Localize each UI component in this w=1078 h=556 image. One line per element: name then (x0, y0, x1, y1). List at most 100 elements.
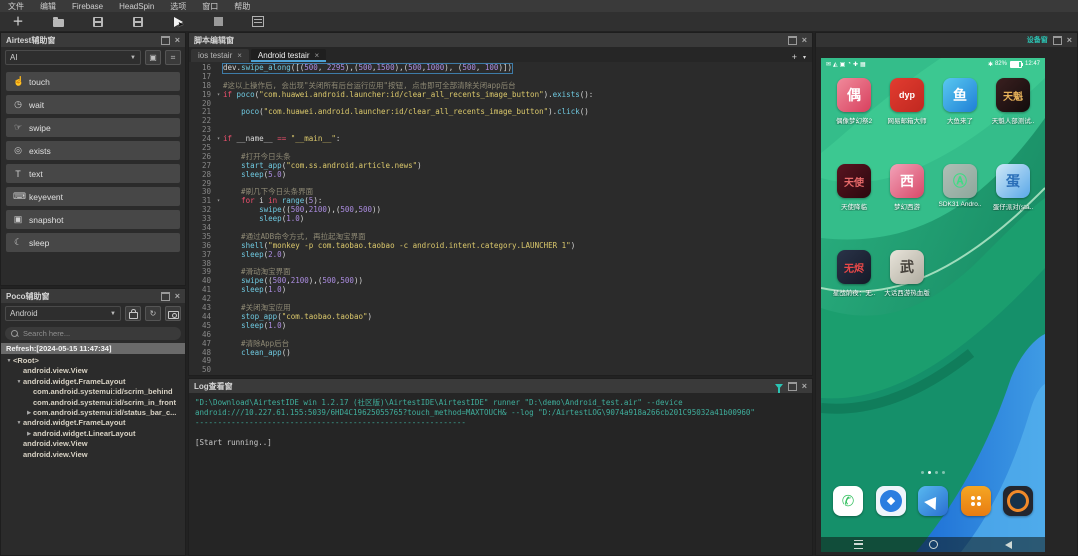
close-icon[interactable]: × (175, 37, 180, 43)
wait-button[interactable]: ◷wait (6, 95, 180, 114)
code-line[interactable]: 28 sleep(5.0) (189, 171, 812, 180)
float-window-icon[interactable] (1053, 36, 1062, 45)
code-line[interactable]: 45 sleep(1.0) (189, 322, 812, 331)
new-file-button[interactable]: ＋ (12, 16, 24, 28)
tree-node[interactable]: ▼android.widget.FrameLayout (3, 377, 185, 387)
open-file-button[interactable] (52, 16, 64, 28)
app-icon[interactable]: 天使 (837, 164, 871, 198)
poco-mode-dropdown[interactable]: Android ▼ (5, 306, 121, 321)
tab-close-icon[interactable]: × (315, 51, 320, 60)
code-line[interactable]: 48 clean_app() (189, 349, 812, 358)
tools-app-icon[interactable] (961, 486, 991, 516)
text-button[interactable]: Ttext (6, 164, 180, 183)
tree-expand-icon[interactable]: ▼ (15, 418, 23, 428)
code-line[interactable]: 41 sleep(1.0) (189, 286, 812, 295)
filter-icon[interactable] (775, 384, 783, 389)
tree-expand-icon[interactable]: ▼ (15, 377, 23, 387)
touch-button[interactable]: ☝touch (6, 72, 180, 91)
sleep-button[interactable]: ☾sleep (6, 233, 180, 252)
fold-icon[interactable]: ▾ (214, 135, 223, 144)
menu-item-编辑[interactable]: 编辑 (40, 1, 56, 12)
browser-app-icon[interactable] (876, 486, 906, 516)
poco-lock-button[interactable] (125, 306, 141, 321)
record-button[interactable]: ⌗ (165, 50, 181, 65)
save-button[interactable] (92, 16, 104, 28)
new-tab-button[interactable]: + (792, 52, 797, 62)
screenshot-assist-button[interactable]: ▣ (145, 50, 161, 65)
code-line[interactable]: 37 sleep(2.0) (189, 251, 812, 260)
app-icon[interactable]: 偶 (837, 78, 871, 112)
tab-list-dropdown-icon[interactable]: ▾ (803, 54, 806, 61)
tab-ios-testair[interactable]: ios testair× (191, 49, 249, 62)
app-icon[interactable]: 武 (890, 250, 924, 284)
menu-nav-icon[interactable] (854, 540, 863, 549)
splitter-log[interactable] (188, 376, 813, 378)
menu-item-Firebase[interactable]: Firebase (72, 2, 103, 11)
app-icon[interactable]: 天魁 (996, 78, 1030, 112)
algorithm-dropdown[interactable]: AI ▼ (5, 50, 141, 65)
menu-item-帮助[interactable]: 帮助 (234, 1, 250, 12)
splitter-poco[interactable] (0, 286, 186, 288)
app-icon[interactable]: 西 (890, 164, 924, 198)
code-line[interactable]: 33 sleep(1.0) (189, 215, 812, 224)
float-window-icon[interactable] (788, 382, 797, 391)
code-line[interactable]: 24▾if __name__ == "__main__": (189, 135, 812, 144)
poco-search-input[interactable]: Search here... (5, 327, 181, 340)
app-icon[interactable]: dyp (890, 78, 924, 112)
tree-node[interactable]: ▶com.android.systemui:id/status_bar_c... (3, 408, 185, 418)
close-icon[interactable]: × (802, 383, 807, 389)
tree-node[interactable]: com.android.systemui:id/scrim_in_front (3, 398, 185, 408)
tree-node[interactable]: ▼android.widget.FrameLayout (3, 418, 185, 428)
stop-button[interactable] (212, 16, 224, 28)
code-line[interactable]: 16dev.swipe_along([(500, 2295),(500,1500… (189, 64, 812, 73)
menu-item-窗口[interactable]: 窗口 (202, 1, 218, 12)
code-line[interactable]: 22 (189, 117, 812, 126)
splitter-left[interactable] (186, 32, 188, 556)
poco-refresh-button[interactable]: ↻ (145, 306, 161, 321)
page-dot[interactable] (942, 471, 945, 474)
code-editor[interactable]: 16dev.swipe_along([(500, 2295),(500,1500… (189, 62, 812, 375)
exists-button[interactable]: ◎exists (6, 141, 180, 160)
tree-expand-icon[interactable]: ▶ (25, 408, 33, 418)
save-as-button[interactable] (132, 16, 144, 28)
fold-icon[interactable]: ▾ (214, 91, 223, 100)
home-nav-icon[interactable] (929, 540, 938, 549)
float-window-icon[interactable] (161, 292, 170, 301)
device-screen[interactable]: ✉◭▣◔✚▦ ✱ 82% 12:47 偶偶像梦幻祭2dyp网易邮箱大师鱼大鱼来了… (821, 58, 1045, 552)
app-icon[interactable]: 蛋 (996, 164, 1030, 198)
tree-node[interactable]: android.view.View (3, 366, 185, 376)
tree-node[interactable]: android.view.View (3, 439, 185, 449)
close-icon[interactable]: × (175, 293, 180, 299)
tree-expand-icon[interactable]: ▶ (25, 429, 33, 439)
app-icon[interactable]: 无烬 (837, 250, 871, 284)
snapshot-button[interactable]: ▣snapshot (6, 210, 180, 229)
run-button[interactable]: ➤ (172, 16, 184, 28)
code-line[interactable]: 19▾if poco("com.huawei.android.launcher:… (189, 91, 812, 100)
app-icon[interactable]: Ⓐ (943, 164, 977, 198)
camera-app-icon[interactable] (1003, 486, 1033, 516)
app-icon[interactable]: 鱼 (943, 78, 977, 112)
page-dot[interactable] (921, 471, 924, 474)
menu-item-HeadSpin[interactable]: HeadSpin (119, 2, 154, 11)
menu-item-文件[interactable]: 文件 (8, 1, 24, 12)
tab-android-testair[interactable]: Android testair× (251, 49, 326, 62)
back-nav-icon[interactable] (1005, 541, 1012, 549)
tree-node[interactable]: ▶android.widget.LinearLayout (3, 429, 185, 439)
code-line[interactable]: 50 (189, 366, 812, 375)
code-line[interactable]: 49 (189, 357, 812, 366)
code-line[interactable]: 21 poco("com.huawei.android.launcher:id/… (189, 108, 812, 117)
fold-icon[interactable]: ▾ (214, 197, 223, 206)
tree-node[interactable]: android.view.View (3, 450, 185, 460)
phone-app-icon[interactable]: ✆ (833, 486, 863, 516)
tab-close-icon[interactable]: × (237, 51, 242, 60)
poco-screenshot-button[interactable] (165, 306, 181, 321)
tree-node[interactable]: com.android.systemui:id/scrim_behind (3, 387, 185, 397)
float-window-icon[interactable] (161, 36, 170, 45)
close-icon[interactable]: × (1067, 37, 1072, 43)
page-dot[interactable] (935, 471, 938, 474)
bird-app-icon[interactable] (918, 486, 948, 516)
splitter-right[interactable] (813, 32, 815, 556)
float-window-icon[interactable] (788, 36, 797, 45)
tree-node[interactable]: ▼<Root> (3, 356, 185, 366)
log-output[interactable]: "D:\Download\AirtestIDE win 1.2.17 (社区版)… (189, 393, 812, 555)
